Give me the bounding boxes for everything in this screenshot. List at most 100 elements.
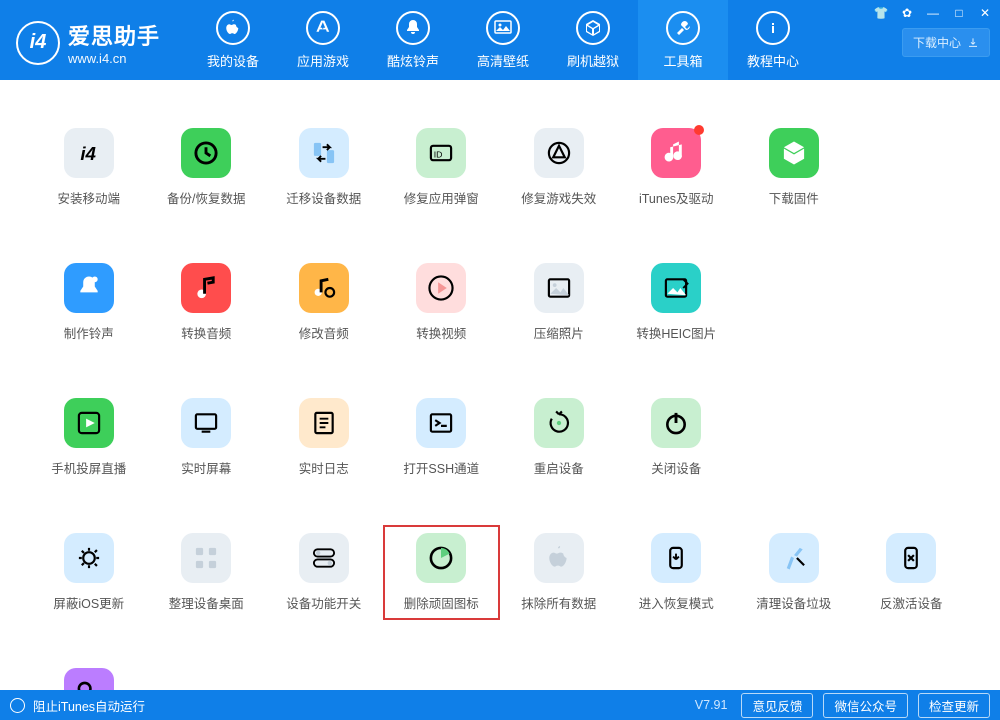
nav-appstore[interactable]: 应用游戏	[278, 0, 368, 80]
nav-picture[interactable]: 高清壁纸	[458, 0, 548, 80]
tool-label: iTunes及驱动	[639, 188, 714, 207]
radio-off-icon[interactable]	[10, 698, 25, 713]
nav-label: 高清壁纸	[477, 51, 529, 70]
tool-heic[interactable]: 转换HEIC图片	[618, 255, 736, 350]
tool-log[interactable]: 实时日志	[265, 390, 383, 485]
note-icon	[181, 263, 231, 313]
nav-label: 我的设备	[207, 51, 259, 70]
bell-icon	[396, 11, 430, 45]
ssh-icon	[416, 398, 466, 448]
tool-cast[interactable]: 手机投屏直播	[30, 390, 148, 485]
tool-transfer[interactable]: 迁移设备数据	[265, 120, 383, 215]
tool-appleid[interactable]: 修复应用弹窗	[383, 120, 501, 215]
tool-switches[interactable]: 设备功能开关	[265, 525, 383, 620]
nav-label: 应用游戏	[297, 51, 349, 70]
apple-icon	[216, 11, 250, 45]
pie-icon	[416, 533, 466, 583]
tool-label: 屏蔽iOS更新	[53, 593, 124, 612]
nav-label: 酷炫铃声	[387, 51, 439, 70]
status-bar: 阻止iTunes自动运行 V7.91 意见反馈 微信公众号 检查更新	[0, 690, 1000, 720]
tool-label: 重启设备	[534, 458, 584, 477]
tool-label: 转换HEIC图片	[636, 323, 716, 342]
nav-tools[interactable]: 工具箱	[638, 0, 728, 80]
tool-clock[interactable]: 备份/恢复数据	[148, 120, 266, 215]
tool-label: 转换音频	[181, 323, 231, 342]
theme-icon[interactable]: 👕	[872, 4, 890, 22]
block-itunes-toggle[interactable]: 阻止iTunes自动运行	[33, 696, 145, 715]
main-nav: 我的设备 应用游戏 酷炫铃声 高清壁纸 刷机越狱工具箱教程中心	[188, 0, 818, 80]
close-icon[interactable]: ✕	[976, 4, 994, 22]
key-icon	[64, 668, 114, 690]
tool-grid[interactable]: 整理设备桌面	[148, 525, 266, 620]
app-logo[interactable]: i4 爱思助手 www.i4.cn	[16, 19, 160, 66]
tool-grid: 安装移动端备份/恢复数据迁移设备数据 修复应用弹窗修复游戏失效 iTunes及驱动 下…	[30, 120, 970, 690]
tool-clean[interactable]: 清理设备垃圾	[735, 525, 853, 620]
play-icon	[416, 263, 466, 313]
i4-icon	[64, 128, 114, 178]
tool-i4[interactable]: 安装移动端	[30, 120, 148, 215]
tool-label: 手机投屏直播	[51, 458, 126, 477]
maximize-icon[interactable]: □	[950, 4, 968, 22]
tool-apple2[interactable]: 抹除所有数据	[500, 525, 618, 620]
clock-icon	[181, 128, 231, 178]
tool-label: 进入恢复模式	[639, 593, 714, 612]
tool-label: 整理设备桌面	[169, 593, 244, 612]
tool-deact[interactable]: 反激活设备	[853, 525, 971, 620]
settings-icon[interactable]: ✿	[898, 4, 916, 22]
tool-label: 抹除所有数据	[521, 593, 596, 612]
nav-apple[interactable]: 我的设备	[188, 0, 278, 80]
tool-label: 制作铃声	[64, 323, 114, 342]
tool-label: 反激活设备	[880, 593, 943, 612]
cast-icon	[64, 398, 114, 448]
appstore2-icon	[534, 128, 584, 178]
tool-label: 迁移设备数据	[286, 188, 361, 207]
tools-icon	[666, 11, 700, 45]
nav-label: 刷机越狱	[567, 51, 619, 70]
tool-notegear[interactable]: 修改音频	[265, 255, 383, 350]
apple2-icon	[534, 533, 584, 583]
appstore-icon	[306, 11, 340, 45]
tool-key[interactable]: 访问限制	[30, 660, 148, 690]
image-icon	[534, 263, 584, 313]
tool-restart[interactable]: 重启设备	[500, 390, 618, 485]
tool-bell2[interactable]: 制作铃声	[30, 255, 148, 350]
nav-info[interactable]: 教程中心	[728, 0, 818, 80]
wechat-button[interactable]: 微信公众号	[823, 693, 908, 718]
heic-icon	[651, 263, 701, 313]
check-update-button[interactable]: 检查更新	[918, 693, 990, 718]
music-icon	[651, 128, 701, 178]
app-subtitle: www.i4.cn	[68, 51, 160, 66]
nav-cube[interactable]: 刷机越狱	[548, 0, 638, 80]
tool-note[interactable]: 转换音频	[148, 255, 266, 350]
download-center-button[interactable]: 下载中心	[902, 28, 990, 57]
tool-ssh[interactable]: 打开SSH通道	[383, 390, 501, 485]
tool-play[interactable]: 转换视频	[383, 255, 501, 350]
notification-dot-icon	[694, 125, 704, 135]
appleid-icon	[416, 128, 466, 178]
tool-label: 修复游戏失效	[521, 188, 596, 207]
tool-label: 清理设备垃圾	[756, 593, 831, 612]
tool-label: 实时日志	[299, 458, 349, 477]
minimize-icon[interactable]: —	[924, 4, 942, 22]
feedback-button[interactable]: 意见反馈	[741, 693, 813, 718]
deact-icon	[886, 533, 936, 583]
download-center-label: 下载中心	[913, 34, 961, 51]
tool-screen[interactable]: 实时屏幕	[148, 390, 266, 485]
tool-box[interactable]: 下载固件	[735, 120, 853, 215]
tool-appstore2[interactable]: 修复游戏失效	[500, 120, 618, 215]
tool-music[interactable]: iTunes及驱动	[618, 120, 736, 215]
tool-label: 打开SSH通道	[403, 458, 479, 477]
nav-bell[interactable]: 酷炫铃声	[368, 0, 458, 80]
transfer-icon	[299, 128, 349, 178]
restart-icon	[534, 398, 584, 448]
window-controls: 👕 ✿ — □ ✕	[872, 4, 994, 22]
tool-pie[interactable]: 删除顽固图标	[383, 525, 501, 620]
tool-recover[interactable]: 进入恢复模式	[618, 525, 736, 620]
tool-label: 设备功能开关	[286, 593, 361, 612]
main-panel: 安装移动端备份/恢复数据迁移设备数据 修复应用弹窗修复游戏失效 iTunes及驱动 下…	[0, 80, 1000, 690]
tool-image[interactable]: 压缩照片	[500, 255, 618, 350]
tool-power[interactable]: 关闭设备	[618, 390, 736, 485]
tool-gearblock[interactable]: 屏蔽iOS更新	[30, 525, 148, 620]
tool-label: 关闭设备	[651, 458, 701, 477]
tool-label: 下载固件	[769, 188, 819, 207]
